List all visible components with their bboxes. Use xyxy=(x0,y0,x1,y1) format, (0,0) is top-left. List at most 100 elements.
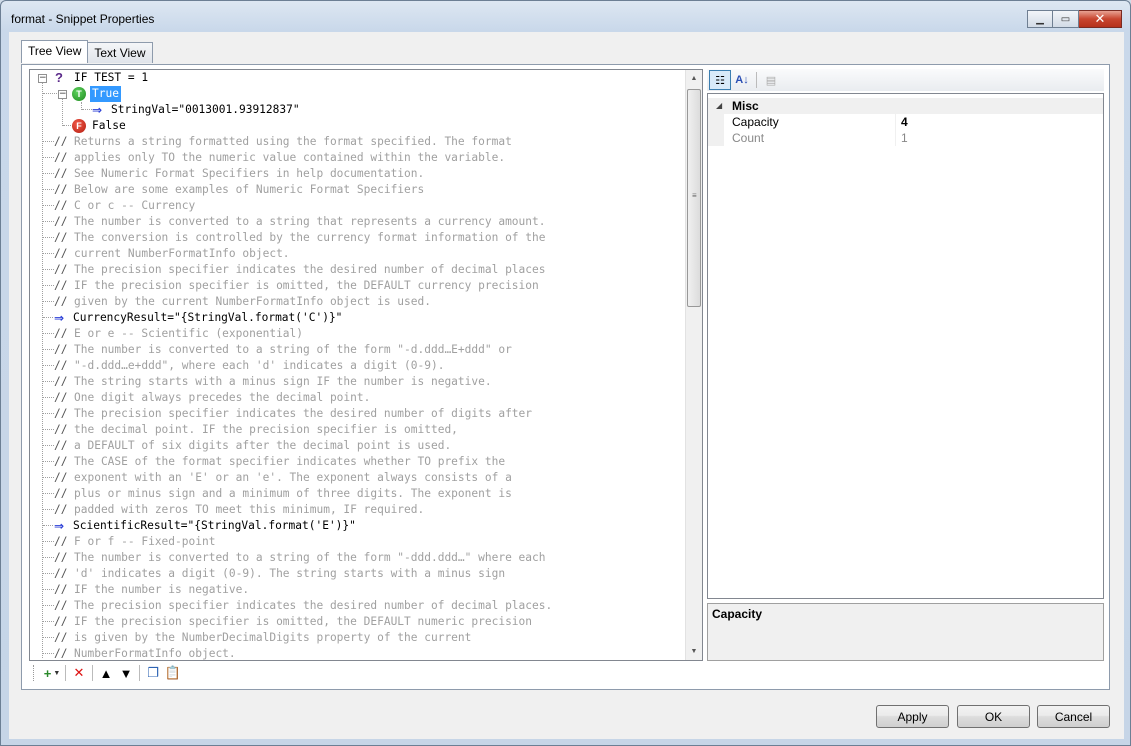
tree-node-if[interactable]: − ? IF TEST = 1 xyxy=(30,70,670,86)
comment-text: applies only TO the numeric value contai… xyxy=(74,151,506,164)
tab-text-view[interactable]: Text View xyxy=(87,42,153,63)
comment-text: The string starts with a minus sign IF t… xyxy=(74,375,492,388)
plus-icon: + xyxy=(43,665,52,681)
tree-node-comment[interactable]: // C or c -- Currency xyxy=(30,198,670,214)
tree-node-comment[interactable]: // Returns a string formatted using the f… xyxy=(30,134,670,150)
toolbar-separator xyxy=(92,665,93,681)
comment-text: exponent with an 'E' or an 'e'. The expo… xyxy=(74,471,512,484)
tree-node-comment[interactable]: // Below are some examples of Numeric For… xyxy=(30,182,670,198)
property-grid-toolbar: ☷ A↓ ▤ xyxy=(707,69,1104,91)
tree-node-comment[interactable]: // The CASE of the format specifier indic… xyxy=(30,454,670,470)
tree-node-comment[interactable]: // a DEFAULT of six digits after the deci… xyxy=(30,438,670,454)
comment-text: The number is converted to a string of t… xyxy=(74,551,546,564)
tree-node-comment[interactable]: // The precision specifier indicates the … xyxy=(30,262,670,278)
tree-node-comment[interactable]: // One digit always precedes the decimal … xyxy=(30,390,670,406)
tree-node-comment[interactable]: // NumberFormatInfo object. xyxy=(30,646,670,660)
tree-node-false[interactable]: F False xyxy=(30,118,670,134)
tree-node-comment[interactable]: // The precision specifier indicates the … xyxy=(30,406,670,422)
move-up-button[interactable]: ▲ xyxy=(96,664,116,682)
delete-node-button[interactable]: ✕ xyxy=(69,664,89,682)
comment-text: See Numeric Format Specifiers in help do… xyxy=(74,167,425,180)
maximize-button[interactable]: ▭ xyxy=(1053,10,1079,28)
tree-node-true[interactable]: − T True xyxy=(30,86,670,102)
scroll-down-icon[interactable]: ▼ xyxy=(686,643,702,660)
ok-button[interactable]: OK xyxy=(957,705,1030,728)
comment-marker: // xyxy=(54,231,68,244)
tree-node-comment[interactable]: // applies only TO the numeric value cont… xyxy=(30,150,670,166)
cancel-button[interactable]: Cancel xyxy=(1037,705,1110,728)
tree-node-comment[interactable]: // The number is converted to a string th… xyxy=(30,214,670,230)
snippet-tree[interactable]: − ? IF TEST = 1 − T True ⇒ StringVal="00… xyxy=(29,69,703,661)
paste-icon: 📋 xyxy=(164,665,182,680)
toolbar-separator xyxy=(139,665,140,681)
tree-node-comment[interactable]: // IF the precision specifier is omitted,… xyxy=(30,278,670,294)
category-row-misc[interactable]: ◢ Misc xyxy=(708,98,1103,114)
tree-vertical-scrollbar[interactable]: ▲ ≡ ▼ xyxy=(685,70,702,660)
categorized-icon: ☷ xyxy=(715,74,725,87)
tree-node-comment[interactable]: // F or f -- Fixed-point xyxy=(30,534,670,550)
tree-node-comment[interactable]: // "-d.ddd…e+ddd", where each 'd' indicat… xyxy=(30,358,670,374)
tree-view-panel: − ? IF TEST = 1 − T True ⇒ StringVal="00… xyxy=(21,64,1110,690)
tree-connector-dots xyxy=(43,589,54,590)
apply-button[interactable]: Apply xyxy=(876,705,949,728)
caption-buttons: ▁ ▭ ✕ xyxy=(1027,10,1122,28)
copy-button[interactable]: ❐ xyxy=(143,664,163,682)
tree-node-comment[interactable]: // padded with zeros TO meet this minimum… xyxy=(30,502,670,518)
comment-text: 'd' indicates a digit (0-9). The string … xyxy=(74,567,506,580)
tree-node-comment[interactable]: // plus or minus sign and a minimum of th… xyxy=(30,486,670,502)
comment-marker: // xyxy=(54,183,68,196)
tree-node-comment[interactable]: // E or e -- Scientific (exponential) xyxy=(30,326,670,342)
comment-marker: // xyxy=(54,263,68,276)
move-down-button[interactable]: ▼ xyxy=(116,664,136,682)
dialog-client-area: Tree View Text View − ? IF TEST = 1 − T … xyxy=(9,32,1124,739)
scroll-up-icon[interactable]: ▲ xyxy=(686,70,702,87)
comment-marker: // xyxy=(54,359,68,372)
tree-connector-dots xyxy=(43,365,54,366)
property-row-count[interactable]: Count 1 xyxy=(708,130,1103,146)
tree-node-comment[interactable]: // IF the number is negative. xyxy=(30,582,670,598)
tree-node-comment[interactable]: // IF the precision specifier is omitted,… xyxy=(30,614,670,630)
tree-node-comment[interactable]: // given by the current NumberFormatInfo … xyxy=(30,294,670,310)
property-row-capacity[interactable]: Capacity 4 xyxy=(708,114,1103,130)
minimize-button[interactable]: ▁ xyxy=(1027,10,1053,28)
tree-node-comment[interactable]: // See Numeric Format Specifiers in help … xyxy=(30,166,670,182)
add-node-button[interactable]: + ▼ xyxy=(42,664,62,682)
tab-tree-view[interactable]: Tree View xyxy=(21,40,89,63)
collapse-icon[interactable]: − xyxy=(38,74,47,83)
paste-button[interactable]: 📋 xyxy=(163,664,183,682)
tree-node-comment[interactable]: // the decimal point. IF the precision sp… xyxy=(30,422,670,438)
tree-node-comment[interactable]: // The precision specifier indicates the … xyxy=(30,598,670,614)
tree-connector-dots xyxy=(82,109,92,110)
comment-marker: // xyxy=(54,167,68,180)
categorized-button[interactable]: ☷ xyxy=(709,70,731,90)
comment-text: The precision specifier indicates the de… xyxy=(74,407,533,420)
assignment-arrow-icon: ⇒ xyxy=(54,311,65,325)
tree-node-comment[interactable]: // current NumberFormatInfo object. xyxy=(30,246,670,262)
property-pages-button[interactable]: ▤ xyxy=(760,70,782,90)
tree-node-assignment[interactable]: ⇒ CurrencyResult="{StringVal.format('C')}… xyxy=(30,310,670,326)
comment-text: Returns a string formatted using the for… xyxy=(74,135,512,148)
comment-marker: // xyxy=(54,199,68,212)
tree-content: − ? IF TEST = 1 − T True ⇒ StringVal="00… xyxy=(30,70,686,660)
arrow-up-icon: ▲ xyxy=(99,665,113,681)
scrollbar-thumb[interactable]: ≡ xyxy=(687,89,701,307)
tree-node-comment[interactable]: // 'd' indicates a digit (0-9). The strin… xyxy=(30,566,670,582)
collapse-triangle-icon[interactable]: ◢ xyxy=(716,98,722,114)
tree-node-comment[interactable]: // is given by the NumberDecimalDigits pr… xyxy=(30,630,670,646)
property-value: 1 xyxy=(901,131,908,145)
tree-node-comment[interactable]: // The string starts with a minus sign IF… xyxy=(30,374,670,390)
alphabetical-button[interactable]: A↓ xyxy=(731,70,753,90)
property-grid[interactable]: ◢ Misc Capacity 4 Count 1 xyxy=(707,93,1104,599)
tree-node-comment[interactable]: // exponent with an 'E' or an 'e'. The ex… xyxy=(30,470,670,486)
comment-text: "-d.ddd…e+ddd", where each 'd' indicates… xyxy=(74,359,445,372)
tree-node-comment[interactable]: // The number is converted to a string of… xyxy=(30,550,670,566)
property-value[interactable]: 4 xyxy=(901,114,908,130)
tree-node-assignment[interactable]: ⇒ StringVal="0013001.93912837" xyxy=(30,102,670,118)
collapse-icon[interactable]: − xyxy=(58,90,67,99)
tree-node-comment[interactable]: // The conversion is controlled by the cu… xyxy=(30,230,670,246)
assignment-arrow-icon: ⇒ xyxy=(54,519,65,533)
close-button[interactable]: ✕ xyxy=(1079,10,1122,28)
tree-node-comment[interactable]: // The number is converted to a string of… xyxy=(30,342,670,358)
tree-node-assignment[interactable]: ⇒ ScientificResult="{StringVal.format('E'… xyxy=(30,518,670,534)
comment-marker: // xyxy=(54,327,68,340)
